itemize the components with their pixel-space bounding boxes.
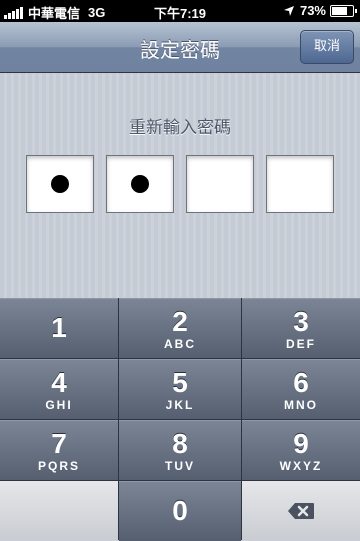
battery-percent: 73%	[299, 3, 326, 18]
key-number: 9	[293, 428, 309, 459]
key-letters: MNO	[284, 398, 318, 412]
key-0[interactable]: 0	[119, 481, 241, 541]
status-bar: 中華電信 3G 下午7:19 73%	[0, 0, 360, 22]
key-9[interactable]: 9 WXYZ	[242, 420, 360, 480]
passcode-dot	[51, 175, 69, 193]
battery-icon	[330, 4, 357, 17]
key-number: 2	[172, 306, 188, 337]
blank-key	[0, 481, 118, 540]
passcode-prompt: 重新輸入密碼	[129, 118, 231, 138]
location-icon	[283, 5, 294, 16]
passcode-area: 重新輸入密碼	[0, 73, 360, 298]
key-number: 3	[293, 306, 309, 337]
key-letters: PQRS	[37, 459, 80, 473]
passcode-box	[266, 155, 334, 213]
key-number: 7	[51, 428, 67, 459]
key-letters: ABC	[164, 337, 196, 351]
key-letters: GHI	[45, 398, 73, 412]
key-1[interactable]: 1	[0, 298, 118, 358]
key-7[interactable]: 7 PQRS	[0, 420, 118, 480]
key-5[interactable]: 5 JKL	[119, 359, 241, 419]
key-letters: TUV	[165, 459, 195, 473]
key-number: 8	[172, 428, 188, 459]
key-number: 5	[172, 367, 188, 398]
status-right: 73%	[283, 3, 357, 18]
passcode-box	[106, 155, 174, 213]
key-number: 0	[172, 495, 188, 526]
key-4[interactable]: 4 GHI	[0, 359, 118, 419]
key-8[interactable]: 8 TUV	[119, 420, 241, 480]
passcode-dot	[131, 175, 149, 193]
key-letters: DEF	[286, 337, 316, 351]
key-number: 1	[51, 312, 67, 343]
battery-fill	[332, 6, 347, 15]
key-letters: WXYZ	[279, 459, 323, 473]
nav-bar: 設定密碼 取消	[0, 22, 360, 73]
delete-key[interactable]	[242, 481, 360, 540]
backspace-icon	[288, 503, 314, 519]
passcode-box	[26, 155, 94, 213]
key-3[interactable]: 3 DEF	[242, 298, 360, 358]
numeric-keypad: 1 2 ABC 3 DEF 4 GHI 5 JKL 6 MNO 7 PQRS 8 TUV 9 WXYZ 0	[0, 298, 360, 541]
passcode-box	[186, 155, 254, 213]
key-number: 4	[51, 367, 67, 398]
key-6[interactable]: 6 MNO	[242, 359, 360, 419]
key-letters: JKL	[165, 398, 195, 412]
key-number: 6	[293, 367, 309, 398]
key-2[interactable]: 2 ABC	[119, 298, 241, 358]
cancel-button[interactable]: 取消	[300, 30, 354, 64]
